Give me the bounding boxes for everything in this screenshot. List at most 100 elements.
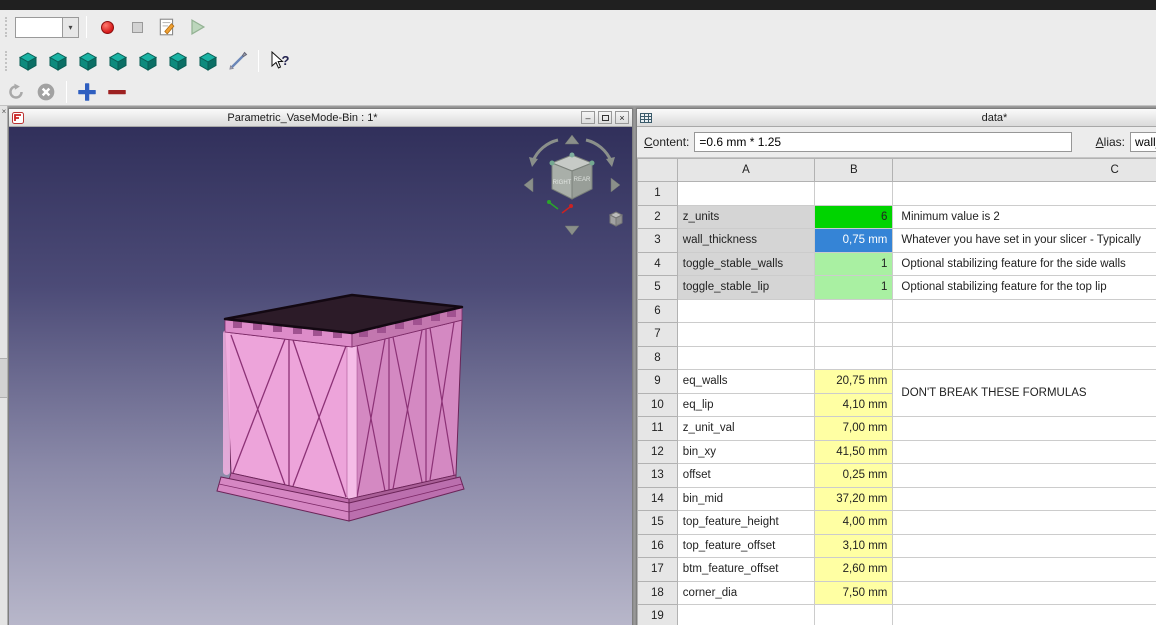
cell-B16[interactable]: 3,10 mm [815,534,893,558]
macro-stop-button[interactable] [124,14,150,40]
cell-A8[interactable] [677,346,814,370]
cell-B17[interactable]: 2,60 mm [815,558,893,582]
nav-right-arrow[interactable] [611,178,620,192]
macro-record-button[interactable] [94,14,120,40]
view-top-button[interactable] [75,48,101,74]
close-button[interactable]: × [615,111,629,124]
cell-C13[interactable] [893,464,1156,488]
view-left-button[interactable] [195,48,221,74]
spreadsheet-grid[interactable]: ABC 12z_units6Minimum value is 23wall_th… [637,158,1156,625]
cell-C6[interactable] [893,299,1156,323]
cell-C8[interactable] [893,346,1156,370]
cell-C15[interactable] [893,511,1156,535]
row-header-18[interactable]: 18 [638,581,678,605]
cell-C9[interactable]: DON'T BREAK THESE FORMULAS [893,370,1156,417]
cell-A18[interactable]: corner_dia [677,581,814,605]
cell-A4[interactable]: toggle_stable_walls [677,252,814,276]
row-header-5[interactable]: 5 [638,276,678,300]
macro-select-dropdown[interactable]: ▾ [15,17,79,38]
row-header-6[interactable]: 6 [638,299,678,323]
cell-B4[interactable]: 1 [815,252,893,276]
row-header-12[interactable]: 12 [638,440,678,464]
cell-C2[interactable]: Minimum value is 2 [893,205,1156,229]
cell-A16[interactable]: top_feature_offset [677,534,814,558]
row-header-16[interactable]: 16 [638,534,678,558]
toolbar-handle[interactable] [5,17,9,37]
document-window-titlebar[interactable]: Parametric_VaseMode-Bin : 1* – × [9,109,632,127]
macro-run-button[interactable] [184,14,210,40]
cell-B14[interactable]: 37,20 mm [815,487,893,511]
refresh-button[interactable] [3,79,29,105]
corner-cell[interactable] [638,159,678,182]
cell-C19[interactable] [893,605,1156,625]
nav-down-arrow[interactable] [565,226,579,235]
cell-A17[interactable]: btm_feature_offset [677,558,814,582]
cell-A10[interactable]: eq_lip [677,393,814,417]
col-header-A[interactable]: A [677,159,814,182]
cell-B8[interactable] [815,346,893,370]
model-bin[interactable] [209,285,473,535]
cell-B3[interactable]: 0,75 mm [815,229,893,253]
cell-C14[interactable] [893,487,1156,511]
alias-input[interactable] [1130,132,1156,152]
cell-A12[interactable]: bin_xy [677,440,814,464]
minimize-button[interactable]: – [581,111,595,124]
nav-face-right-label[interactable]: RIGHT [553,180,572,186]
cell-C1[interactable] [893,182,1156,206]
dock-grabber[interactable] [0,358,8,398]
cell-A11[interactable]: z_unit_val [677,417,814,441]
col-header-B[interactable]: B [815,159,893,182]
row-header-13[interactable]: 13 [638,464,678,488]
row-header-1[interactable]: 1 [638,182,678,206]
cell-A19[interactable] [677,605,814,625]
content-input[interactable] [694,132,1072,152]
row-header-14[interactable]: 14 [638,487,678,511]
cell-B6[interactable] [815,299,893,323]
col-header-C[interactable]: C [893,159,1156,182]
cell-A1[interactable] [677,182,814,206]
view-isometric-button[interactable] [15,48,41,74]
spreadsheet-window-titlebar[interactable]: data* [637,109,1156,127]
cell-A6[interactable] [677,299,814,323]
view-bottom-button[interactable] [165,48,191,74]
3d-viewport[interactable]: RIGHT REAR [9,127,632,625]
navigation-cube[interactable]: RIGHT REAR [520,131,624,239]
cell-B7[interactable] [815,323,893,347]
cell-C5[interactable]: Optional stabilizing feature for the top… [893,276,1156,300]
cell-A15[interactable]: top_feature_height [677,511,814,535]
measure-button[interactable] [225,48,251,74]
cell-A2[interactable]: z_units [677,205,814,229]
row-header-19[interactable]: 19 [638,605,678,625]
cell-B11[interactable]: 7,00 mm [815,417,893,441]
row-header-17[interactable]: 17 [638,558,678,582]
cell-A14[interactable]: bin_mid [677,487,814,511]
row-header-2[interactable]: 2 [638,205,678,229]
cell-A9[interactable]: eq_walls [677,370,814,394]
cell-B12[interactable]: 41,50 mm [815,440,893,464]
nav-face-rear-label[interactable]: REAR [574,177,591,183]
row-header-3[interactable]: 3 [638,229,678,253]
restore-button[interactable] [598,111,612,124]
cell-C3[interactable]: Whatever you have set in your slicer - T… [893,229,1156,253]
cell-B9[interactable]: 20,75 mm [815,370,893,394]
cell-B19[interactable] [815,605,893,625]
view-rear-button[interactable] [135,48,161,74]
row-header-15[interactable]: 15 [638,511,678,535]
row-header-4[interactable]: 4 [638,252,678,276]
nav-left-arrow[interactable] [524,178,533,192]
cell-B18[interactable]: 7,50 mm [815,581,893,605]
cell-C17[interactable] [893,558,1156,582]
cell-C12[interactable] [893,440,1156,464]
cell-B13[interactable]: 0,25 mm [815,464,893,488]
cell-B15[interactable]: 4,00 mm [815,511,893,535]
view-right-button[interactable] [105,48,131,74]
cell-A7[interactable] [677,323,814,347]
view-front-button[interactable] [45,48,71,74]
cell-C18[interactable] [893,581,1156,605]
insert-button[interactable] [74,79,100,105]
nav-rotate-left-arrow[interactable] [533,140,558,161]
whats-this-button[interactable]: ? [266,48,292,74]
row-header-10[interactable]: 10 [638,393,678,417]
row-header-8[interactable]: 8 [638,346,678,370]
cell-B5[interactable]: 1 [815,276,893,300]
